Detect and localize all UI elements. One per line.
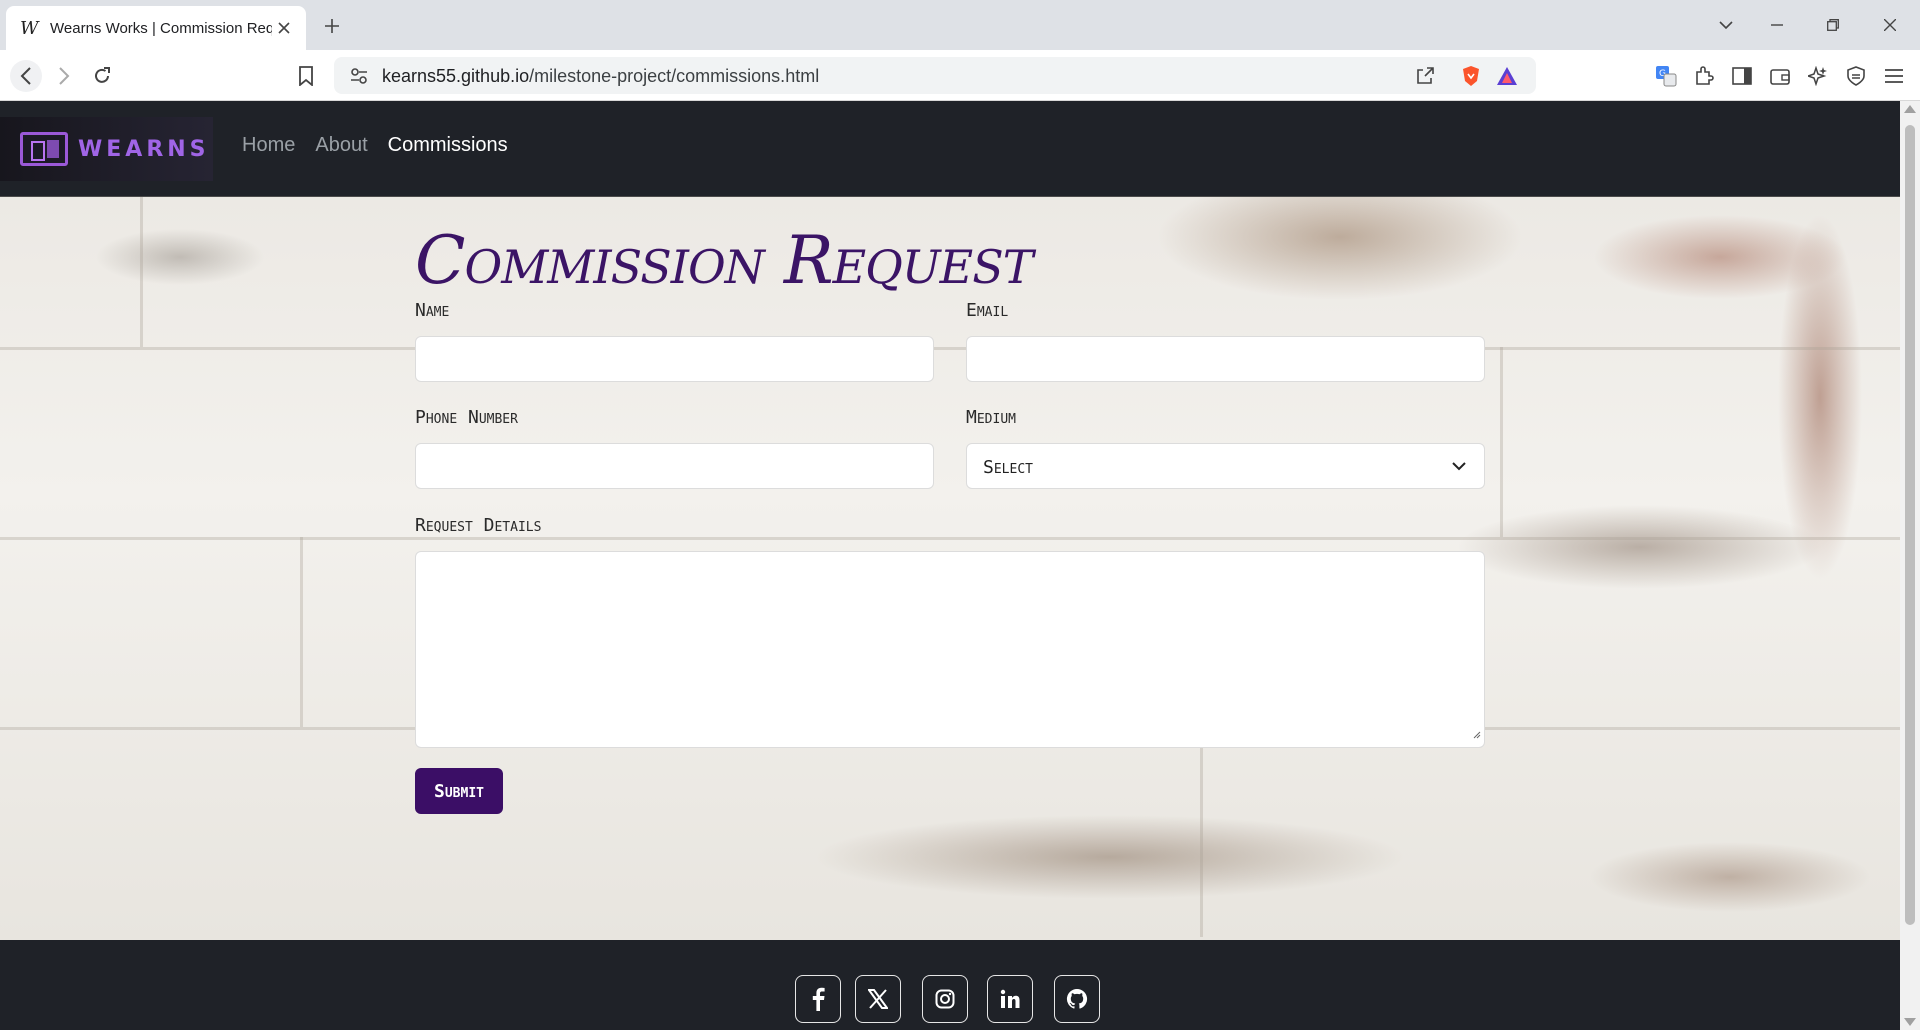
- minimize-icon[interactable]: [1762, 10, 1792, 40]
- forward-icon[interactable]: [48, 60, 80, 92]
- close-tab-icon[interactable]: [272, 16, 296, 40]
- name-label: Name: [415, 300, 450, 321]
- x-twitter-icon[interactable]: [855, 975, 901, 1023]
- medium-select[interactable]: Select: [966, 443, 1485, 489]
- wallet-icon[interactable]: [1764, 60, 1796, 92]
- instagram-icon[interactable]: [922, 975, 968, 1023]
- github-icon[interactable]: [1054, 975, 1100, 1023]
- mortar-line: [0, 347, 1900, 350]
- back-icon[interactable]: [10, 60, 42, 92]
- site-footer: [0, 940, 1900, 1030]
- name-input[interactable]: [415, 336, 934, 382]
- scroll-thumb[interactable]: [1905, 125, 1915, 925]
- medium-select-value: Select: [983, 457, 1033, 478]
- extensions-icon[interactable]: [1688, 60, 1720, 92]
- nav-link-home[interactable]: Home: [242, 134, 295, 157]
- facebook-icon[interactable]: [795, 975, 841, 1023]
- new-tab-button[interactable]: [318, 12, 346, 40]
- browser-toolbar: kearns55.github.io/milestone-project/com…: [0, 50, 1920, 101]
- site-settings-icon[interactable]: [346, 63, 372, 89]
- brand-text: WEARNS: [78, 136, 210, 162]
- phone-label: Phone Number: [415, 407, 518, 428]
- linkedin-icon[interactable]: [987, 975, 1033, 1023]
- address-bar[interactable]: kearns55.github.io/milestone-project/com…: [334, 57, 1536, 94]
- scroll-down-icon[interactable]: [1904, 1018, 1916, 1026]
- sidebar-icon[interactable]: [1726, 60, 1758, 92]
- translate-icon[interactable]: G: [1650, 60, 1682, 92]
- browser-tab[interactable]: W Wearns Works | Commission Request: [6, 6, 306, 50]
- scroll-up-icon[interactable]: [1904, 105, 1916, 113]
- web-page: WEARNS Home About Commissions Commission…: [0, 101, 1900, 1030]
- mortar-line: [300, 537, 303, 727]
- leo-ai-icon[interactable]: [1802, 60, 1834, 92]
- tab-search-icon[interactable]: [1711, 10, 1741, 40]
- brand-mark-icon: [20, 132, 68, 166]
- details-textarea[interactable]: [415, 551, 1485, 748]
- email-label: Email: [966, 300, 1009, 321]
- page-title: Commission Request: [415, 222, 1033, 299]
- mortar-line: [0, 537, 1900, 540]
- menu-icon[interactable]: [1878, 60, 1910, 92]
- mortar-line: [140, 197, 143, 347]
- browser-tabstrip: W Wearns Works | Commission Request: [0, 0, 1920, 50]
- chevron-down-icon: [1452, 458, 1466, 476]
- url-text: kearns55.github.io/milestone-project/com…: [382, 66, 819, 87]
- share-icon[interactable]: [1412, 63, 1438, 89]
- email-input[interactable]: [966, 336, 1485, 382]
- brick-wall-background: Commission Request Name Email Phone Numb…: [0, 196, 1900, 940]
- bookmark-icon[interactable]: [290, 60, 322, 92]
- close-window-icon[interactable]: [1875, 10, 1905, 40]
- restore-icon[interactable]: [1818, 10, 1848, 40]
- site-navbar: WEARNS Home About Commissions: [0, 101, 1900, 196]
- brave-rewards-icon[interactable]: [1494, 63, 1520, 89]
- details-label: Request Details: [415, 515, 542, 536]
- nav-link-commissions[interactable]: Commissions: [388, 134, 508, 157]
- mortar-line: [1200, 727, 1203, 937]
- nav-links: Home About Commissions: [242, 134, 508, 157]
- url-host: kearns55.github.io: [382, 66, 530, 86]
- nav-link-about[interactable]: About: [315, 134, 367, 157]
- brave-shields-icon[interactable]: [1458, 63, 1484, 89]
- mortar-line: [1500, 347, 1503, 537]
- page-scrollbar[interactable]: [1900, 101, 1920, 1030]
- phone-input[interactable]: [415, 443, 934, 489]
- site-favicon-icon: W: [20, 17, 39, 39]
- url-path: /milestone-project/commissions.html: [529, 66, 820, 86]
- medium-label: Medium: [966, 407, 1016, 428]
- submit-button[interactable]: Submit: [415, 768, 503, 814]
- brand-logo[interactable]: WEARNS: [0, 117, 213, 181]
- vpn-icon[interactable]: [1840, 60, 1872, 92]
- reload-icon[interactable]: [86, 60, 118, 92]
- tab-title: Wearns Works | Commission Request: [50, 19, 272, 37]
- resize-handle-icon[interactable]: [1472, 726, 1481, 744]
